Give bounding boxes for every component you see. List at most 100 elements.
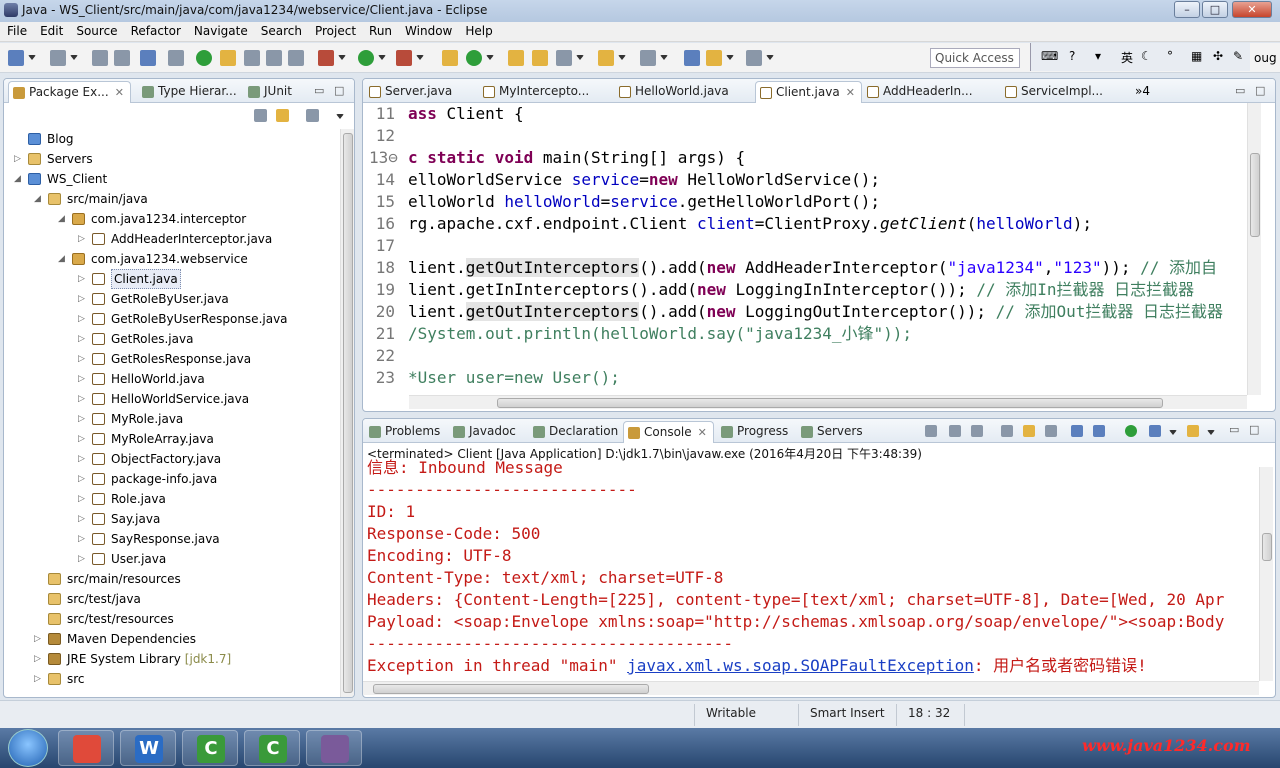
code-editor[interactable]: 11 ass Client {12 13⊖ c static void main(St…	[369, 103, 1223, 389]
menu-window[interactable]: Window	[398, 22, 458, 38]
editor-tab-3[interactable]: Client.java ✕	[755, 81, 862, 103]
tools-icon[interactable]: ✣	[1213, 49, 1223, 63]
terminate-icon[interactable]	[925, 425, 937, 437]
chevron-down-icon[interactable]	[726, 55, 734, 60]
editor-tab-0[interactable]: Server.java	[365, 81, 458, 103]
taskbar-camtasia-2[interactable]: C	[244, 730, 300, 766]
collapsed-icon[interactable]: ▷	[78, 469, 85, 489]
mark-occurrences-icon[interactable]	[220, 50, 236, 66]
taskbar-javaee[interactable]	[306, 730, 362, 766]
collapsed-icon[interactable]: ▷	[78, 349, 85, 369]
menu-file[interactable]: File	[0, 22, 33, 38]
back-icon[interactable]	[684, 50, 700, 66]
chevron-down-icon[interactable]	[576, 55, 584, 60]
editor-tab-1[interactable]: MyIntercepto...	[479, 81, 595, 103]
debug-run-icon[interactable]	[318, 50, 334, 66]
collapsed-icon[interactable]: ▷	[78, 369, 85, 389]
minimize-view-icon[interactable]: ▭	[314, 84, 324, 97]
show-on-error-icon[interactable]	[1093, 425, 1105, 437]
menu-run[interactable]: Run	[362, 22, 398, 38]
collapsed-icon[interactable]: ▷	[78, 489, 85, 509]
collapsed-icon[interactable]: ▷	[78, 529, 85, 549]
quick-access-input[interactable]: Quick Access	[930, 48, 1020, 68]
console-vscroll-thumb[interactable]	[1262, 533, 1272, 561]
expanded-icon[interactable]: ◢	[14, 169, 21, 189]
clear-console-icon[interactable]	[1001, 425, 1013, 437]
editor-tab-4[interactable]: AddHeaderIn...	[863, 81, 979, 103]
chevron-down-icon[interactable]	[416, 55, 424, 60]
explorer-tab-1[interactable]: Type Hierar...	[138, 81, 243, 103]
next-annotation-icon[interactable]	[598, 50, 614, 66]
expanded-icon[interactable]: ◢	[58, 209, 65, 229]
maximize-button[interactable]: □	[1202, 1, 1228, 18]
link-with-editor-icon[interactable]	[276, 109, 289, 122]
display-console-icon[interactable]	[1149, 425, 1161, 437]
minimize-editor-icon[interactable]: ▭	[1235, 84, 1245, 97]
close-tab-icon[interactable]: ✕	[698, 426, 707, 439]
editor-tab-5[interactable]: ServiceImpl...	[1001, 81, 1109, 103]
maximize-editor-icon[interactable]: □	[1255, 84, 1265, 97]
remove-launch-icon[interactable]	[949, 425, 961, 437]
save-icon[interactable]	[50, 50, 66, 66]
chevron-down-icon[interactable]	[660, 55, 668, 60]
minimize-button[interactable]: –	[1174, 1, 1200, 18]
debug-icon[interactable]	[196, 50, 212, 66]
collapsed-icon[interactable]: ▷	[78, 289, 85, 309]
new-console-icon[interactable]	[1187, 425, 1199, 437]
open-type-icon[interactable]	[508, 50, 524, 66]
chevron-down-icon[interactable]	[1207, 430, 1215, 435]
bottom-tab-4[interactable]: Progress	[717, 421, 794, 443]
collapsed-icon[interactable]: ▷	[14, 149, 21, 169]
chevron-down-icon[interactable]	[618, 55, 626, 60]
taskbar-word[interactable]: W	[120, 730, 176, 766]
collapsed-icon[interactable]: ▷	[34, 649, 41, 669]
ime-mode[interactable]: 英	[1121, 49, 1133, 66]
skip-breakpoints-icon[interactable]	[168, 50, 184, 66]
keyboard-icon[interactable]: ⌨	[1041, 49, 1058, 63]
show-on-output-icon[interactable]	[1071, 425, 1083, 437]
save-all-icon[interactable]	[92, 50, 108, 66]
explorer-scrollbar[interactable]	[340, 129, 354, 697]
last-edit-icon[interactable]	[640, 50, 656, 66]
chevron-down-icon[interactable]	[70, 55, 78, 60]
editor-hscroll[interactable]	[409, 395, 1247, 409]
new-icon[interactable]	[8, 50, 24, 66]
console-hscroll[interactable]	[363, 681, 1259, 695]
ime-menu-icon[interactable]: ▾	[1095, 49, 1101, 63]
menu-edit[interactable]: Edit	[33, 22, 69, 38]
chevron-down-icon[interactable]	[1169, 430, 1177, 435]
exception-link[interactable]: javax.xml.ws.soap.SOAPFaultException	[627, 656, 974, 675]
chevron-down-icon[interactable]	[486, 55, 494, 60]
collapsed-icon[interactable]: ▷	[78, 409, 85, 429]
collapse-all-icon[interactable]	[254, 109, 267, 122]
bottom-tab-5[interactable]: Servers	[797, 421, 869, 443]
collapsed-icon[interactable]: ▷	[78, 549, 85, 569]
forward-arrow-icon[interactable]	[746, 50, 762, 66]
menu-refactor[interactable]: Refactor	[124, 22, 187, 38]
terminal-icon[interactable]	[140, 50, 156, 66]
collapsed-icon[interactable]: ▷	[34, 629, 41, 649]
collapsed-icon[interactable]: ▷	[78, 389, 85, 409]
taskbar-camtasia-1[interactable]: C	[182, 730, 238, 766]
more-tabs-indicator[interactable]: »4	[1135, 84, 1150, 98]
menu-navigate[interactable]: Navigate	[187, 22, 254, 38]
close-tab-icon[interactable]: ✕	[115, 86, 124, 99]
console-vscroll[interactable]	[1259, 467, 1273, 681]
expanded-icon[interactable]: ◢	[34, 189, 41, 209]
new-class-icon[interactable]	[466, 50, 482, 66]
chevron-down-icon[interactable]	[336, 114, 344, 119]
punctuation-icon[interactable]: °	[1167, 49, 1173, 63]
console-output[interactable]: 信息: Inbound Message ---------------------…	[367, 457, 1224, 677]
collapsed-icon[interactable]: ▷	[78, 449, 85, 469]
collapsed-icon[interactable]: ▷	[34, 669, 41, 689]
word-wrap-icon[interactable]	[1045, 425, 1057, 437]
print-icon[interactable]	[114, 50, 130, 66]
menu-project[interactable]: Project	[308, 22, 362, 38]
show-whitespace-icon[interactable]	[266, 50, 282, 66]
help-icon[interactable]: ?	[1069, 49, 1075, 63]
collapsed-icon[interactable]: ▷	[78, 229, 85, 249]
soft-keyboard-icon[interactable]: ▦	[1191, 49, 1202, 63]
explorer-tab-2[interactable]: JUnit	[244, 81, 298, 103]
bottom-tab-0[interactable]: Problems	[365, 421, 446, 443]
close-tab-icon[interactable]: ✕	[846, 86, 855, 99]
